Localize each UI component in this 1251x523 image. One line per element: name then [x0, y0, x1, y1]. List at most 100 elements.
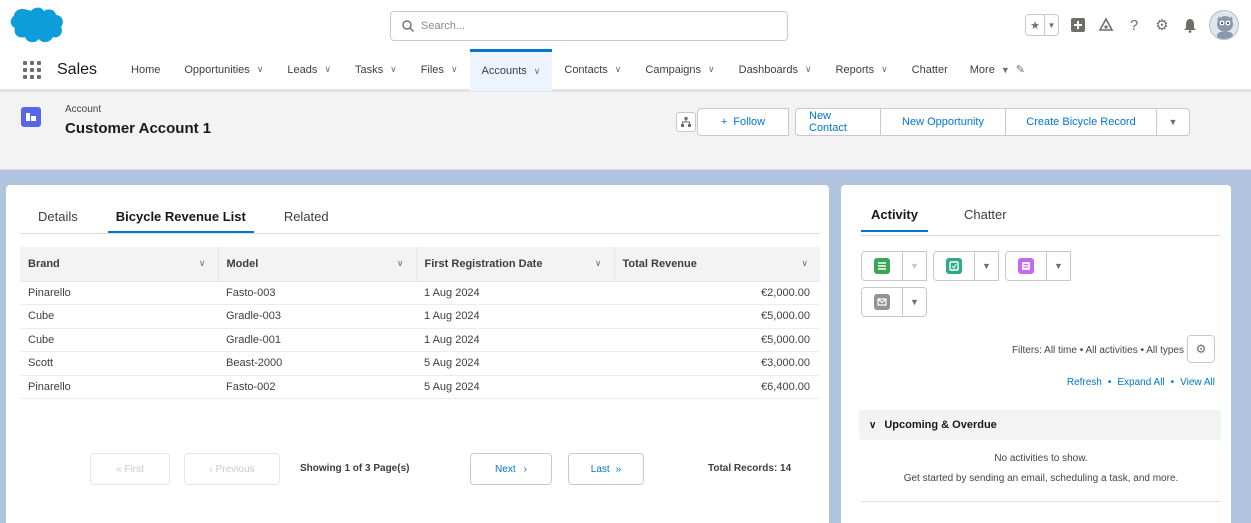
- nav-more[interactable]: More ▼ ✎: [960, 63, 1035, 77]
- create-bicycle-record-button[interactable]: Create Bicycle Record: [1005, 108, 1157, 136]
- nav-item-opportunities[interactable]: Opportunities ∨: [172, 49, 275, 91]
- cell-brand: Cube: [20, 304, 218, 329]
- new-task-action[interactable]: ▼: [861, 251, 927, 281]
- cell-model: Gradle-001: [218, 328, 416, 352]
- tab-details[interactable]: Details: [30, 205, 86, 233]
- column-header-first-registration-date[interactable]: First Registration Date ∨: [415, 247, 614, 282]
- cell-model: Gradle-003: [218, 304, 416, 329]
- chevron-down-icon[interactable]: ∨: [199, 258, 206, 269]
- nav-item-accounts[interactable]: Accounts ∨: [469, 48, 553, 91]
- column-header-model[interactable]: Model ∨: [217, 247, 416, 282]
- chevron-down-icon[interactable]: ∨: [397, 258, 404, 269]
- next-page-button[interactable]: Next ›: [470, 453, 552, 485]
- cell-model: Beast-2000: [218, 351, 416, 376]
- chevron-down-icon[interactable]: ∨: [534, 66, 541, 77]
- nav-item-leads[interactable]: Leads ∨: [275, 49, 343, 91]
- cell-brand: Cube: [20, 328, 218, 352]
- help-icon[interactable]: ?: [1125, 16, 1143, 34]
- empty-activities-title: No activities to show.: [994, 453, 1088, 464]
- nav-more-label[interactable]: More: [970, 64, 995, 76]
- search-icon: [402, 20, 414, 32]
- filter-settings-gear-icon[interactable]: ⚙: [1187, 335, 1215, 363]
- chevron-down-icon[interactable]: ▼: [902, 252, 926, 280]
- view-all-link[interactable]: View All: [1180, 377, 1215, 388]
- favorites-dropdown-icon[interactable]: ▼: [1044, 15, 1058, 35]
- setup-gear-icon[interactable]: ⚙: [1153, 16, 1171, 34]
- column-header-brand[interactable]: Brand ∨: [20, 247, 218, 282]
- tabs-divider: [20, 233, 820, 234]
- send-email-action[interactable]: ▼: [861, 287, 927, 317]
- notifications-bell-icon[interactable]: [1181, 16, 1199, 34]
- page-info-text: Showing 1 of 3 Page(s): [300, 463, 410, 474]
- chevron-down-icon[interactable]: ∨: [805, 64, 812, 75]
- chevron-down-icon[interactable]: ▼: [1046, 252, 1070, 280]
- column-header-total-revenue[interactable]: Total Revenue ∨: [613, 247, 820, 282]
- last-page-button[interactable]: Last »: [568, 453, 644, 485]
- trailhead-icon[interactable]: [1097, 16, 1115, 34]
- log-call-action[interactable]: ▼: [1005, 251, 1071, 281]
- chevron-down-icon[interactable]: ∨: [881, 64, 888, 75]
- chevron-down-icon[interactable]: ∨: [324, 64, 331, 75]
- salesforce-logo-icon[interactable]: [8, 6, 64, 44]
- chevron-down-icon[interactable]: ∨: [451, 64, 458, 75]
- first-page-button[interactable]: « First: [90, 453, 170, 485]
- record-type-label: Account: [65, 104, 102, 115]
- cell-model: Fasto-003: [218, 281, 416, 305]
- cell-brand: Pinarello: [20, 375, 218, 399]
- table-row: Cube Gradle-001 1 Aug 2024 €5,000.00: [20, 328, 820, 352]
- nav-item-dashboards[interactable]: Dashboards ∨: [727, 49, 824, 91]
- chevron-down-icon[interactable]: ∨: [257, 64, 264, 75]
- nav-item-campaigns[interactable]: Campaigns ∨: [633, 49, 726, 91]
- main-content-card: Details Bicycle Revenue List Related Bra…: [6, 185, 829, 523]
- app-name: Sales: [57, 60, 98, 78]
- chevron-down-icon[interactable]: ∨: [708, 64, 715, 75]
- refresh-link[interactable]: Refresh: [1067, 377, 1102, 388]
- table-row: Scott Beast-2000 5 Aug 2024 €3,000.00: [20, 351, 820, 376]
- follow-button[interactable]: + Follow: [697, 108, 789, 136]
- chevron-down-icon[interactable]: ∨: [615, 64, 622, 75]
- cell-model: Fasto-002: [218, 375, 416, 399]
- hierarchy-icon[interactable]: [676, 112, 696, 132]
- app-launcher-icon[interactable]: [23, 60, 41, 79]
- nav-item-files[interactable]: Files ∨: [409, 49, 470, 91]
- new-event-action[interactable]: ▼: [933, 251, 999, 281]
- favorites-star-icon[interactable]: ★: [1026, 15, 1044, 35]
- cell-date: 1 Aug 2024: [416, 281, 614, 305]
- table-row: Pinarello Fasto-002 5 Aug 2024 €6,400.00: [20, 375, 820, 399]
- previous-page-button[interactable]: ‹ Previous: [184, 453, 280, 485]
- tab-bicycle-revenue-list[interactable]: Bicycle Revenue List: [107, 205, 254, 233]
- chevron-right-icon: ›: [523, 463, 527, 475]
- upcoming-overdue-section-header[interactable]: ∨ Upcoming & Overdue: [859, 410, 1221, 440]
- edit-pencil-icon[interactable]: ✎: [1016, 63, 1025, 76]
- cell-date: 1 Aug 2024: [416, 328, 614, 352]
- chevron-down-icon[interactable]: ∨: [801, 258, 808, 269]
- caret-down-icon[interactable]: ▼: [1001, 65, 1010, 75]
- total-records-text: Total Records: 14: [708, 463, 792, 474]
- tab-activity[interactable]: Activity: [861, 207, 928, 232]
- plus-icon: +: [720, 116, 728, 128]
- chevron-down-icon[interactable]: ▼: [902, 288, 926, 316]
- tab-related[interactable]: Related: [276, 205, 337, 233]
- nav-item-chatter[interactable]: Chatter: [900, 49, 960, 91]
- chevron-down-icon[interactable]: ∨: [595, 258, 602, 269]
- tab-chatter[interactable]: Chatter: [952, 207, 1019, 232]
- record-action-buttons: + Follow New Contact New Opportunity Cre…: [697, 108, 1190, 136]
- global-actions-icon[interactable]: [1069, 16, 1087, 34]
- chevron-down-icon[interactable]: ▼: [974, 252, 998, 280]
- chevron-down-icon[interactable]: ∨: [390, 64, 397, 75]
- bicycle-revenue-table: Brand ∨ Model ∨ First Registration Date ∨ T…: [20, 247, 820, 399]
- global-search-input[interactable]: Search...: [390, 11, 788, 41]
- new-opportunity-button[interactable]: New Opportunity: [880, 108, 1006, 136]
- nav-item-tasks[interactable]: Tasks ∨: [343, 49, 409, 91]
- nav-item-contacts[interactable]: Contacts ∨: [552, 49, 633, 91]
- record-header: Account Customer Account 1 + Follow New …: [0, 92, 1251, 170]
- call-icon: [1018, 258, 1034, 274]
- nav-item-home[interactable]: Home: [119, 49, 172, 91]
- new-contact-button[interactable]: New Contact: [795, 108, 881, 136]
- more-actions-dropdown[interactable]: ▼: [1156, 108, 1190, 136]
- favorites-group[interactable]: ★ ▼: [1025, 14, 1059, 36]
- user-avatar[interactable]: [1209, 10, 1239, 40]
- expand-all-link[interactable]: Expand All: [1117, 377, 1164, 388]
- cell-revenue: €3,000.00: [614, 351, 820, 376]
- nav-item-reports[interactable]: Reports ∨: [824, 49, 900, 91]
